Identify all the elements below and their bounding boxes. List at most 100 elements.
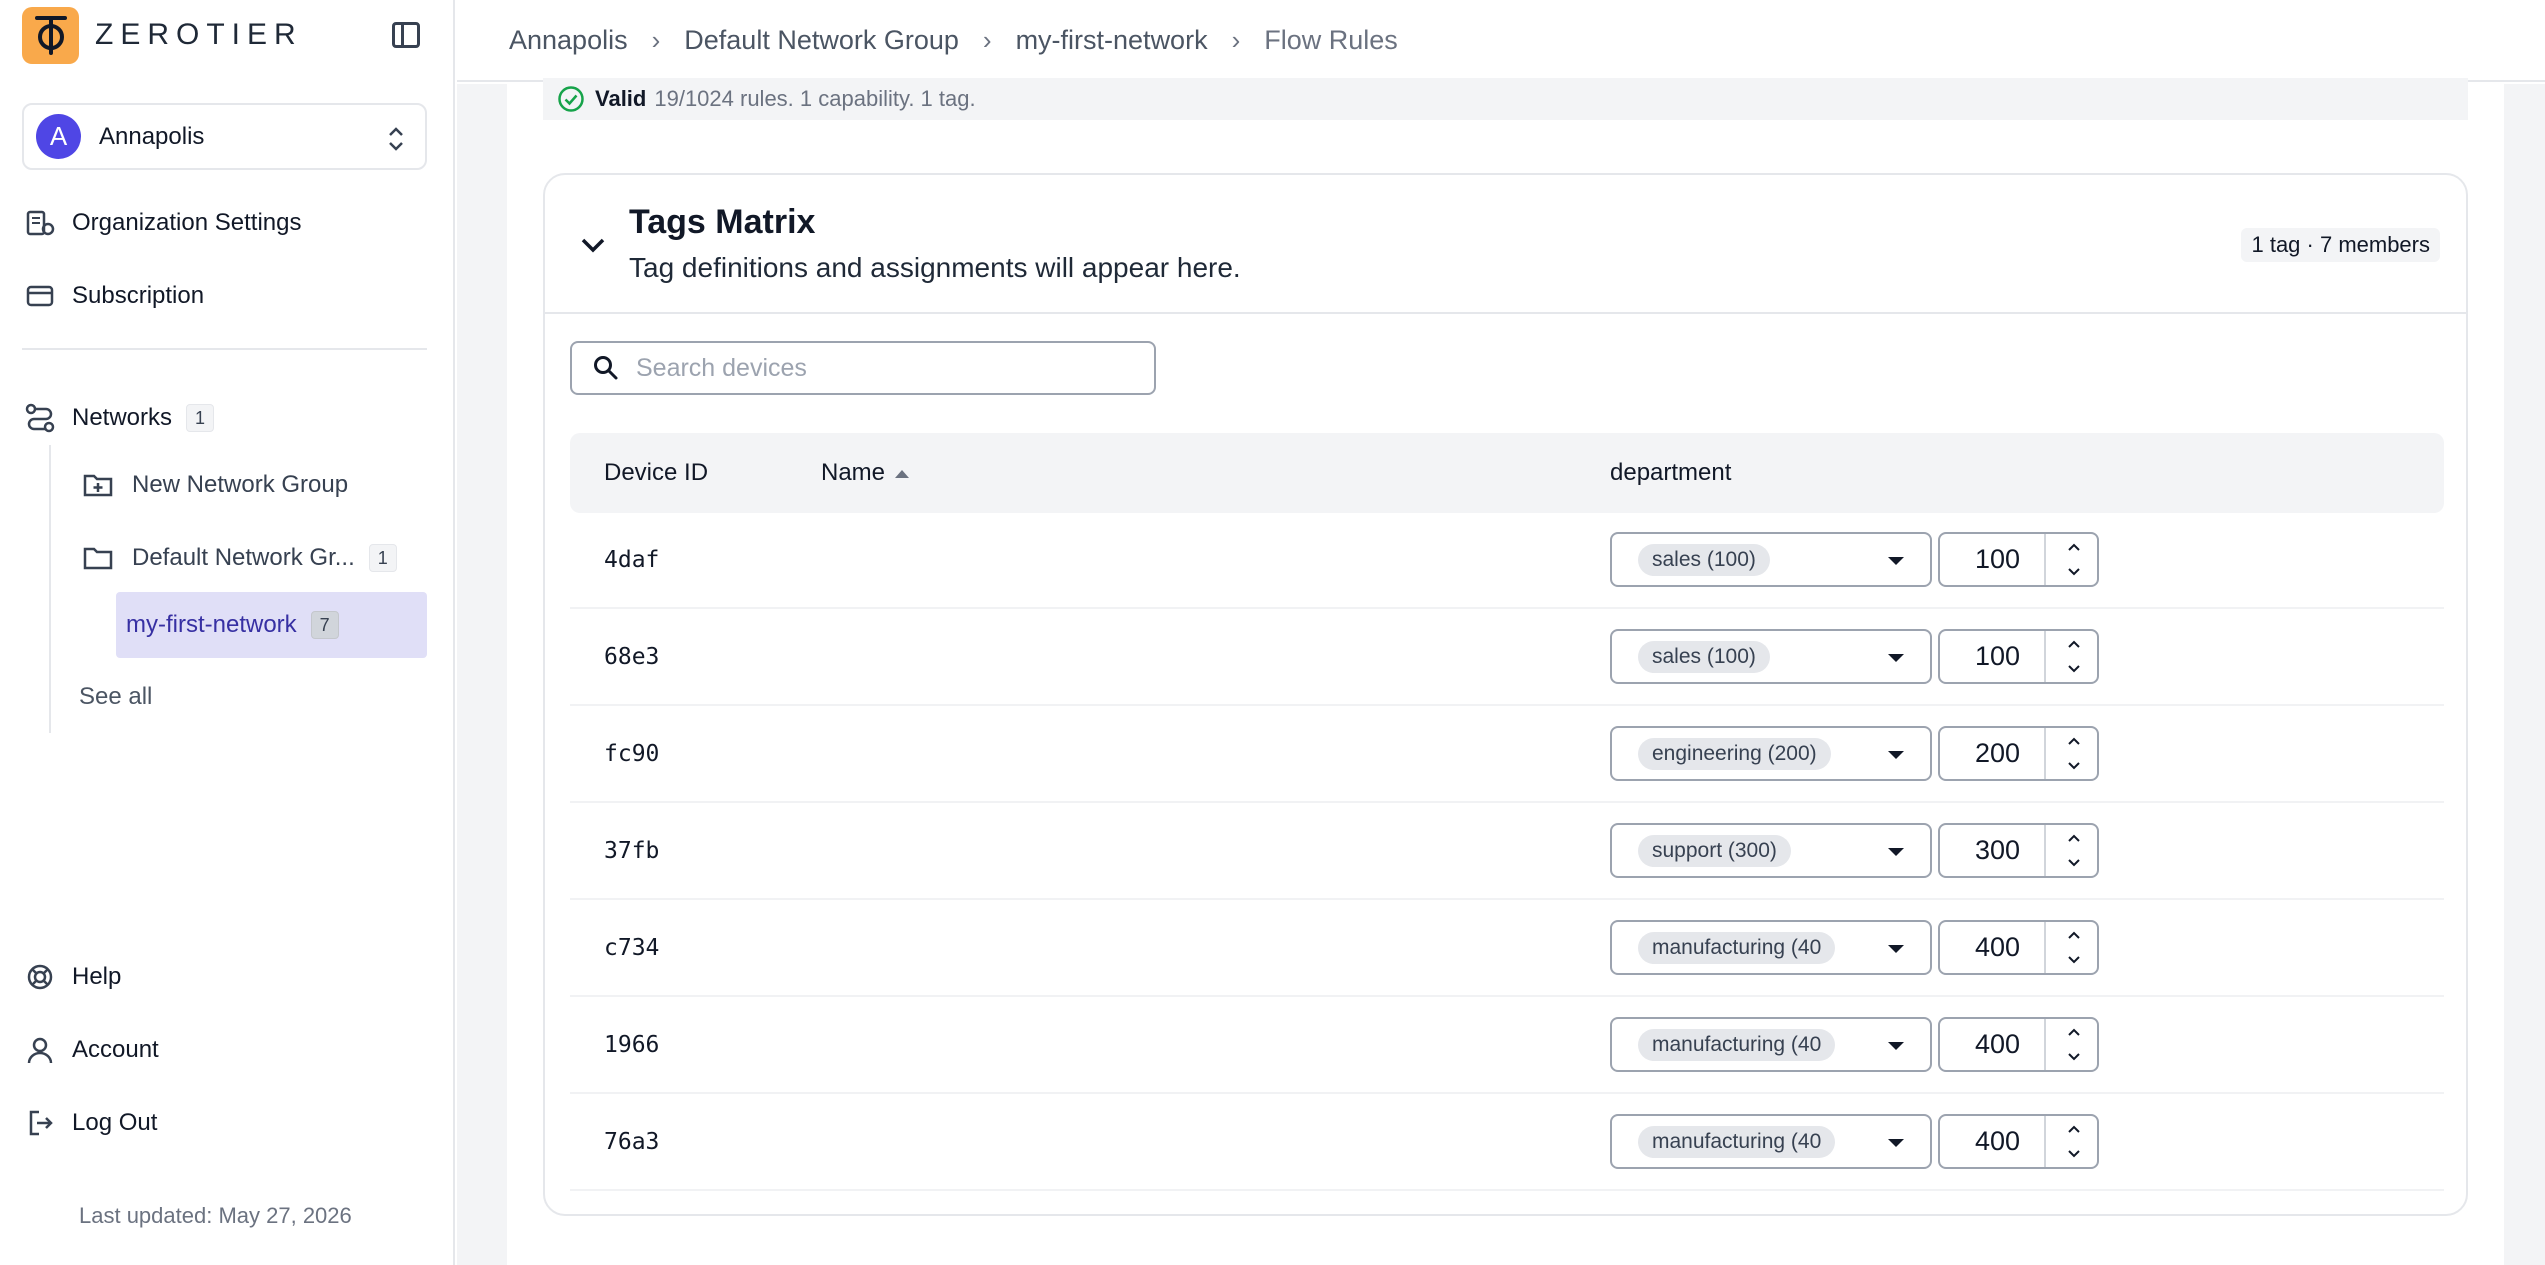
tree-line <box>49 445 51 733</box>
tag-option-chip: manufacturing (40 <box>1638 1126 1836 1158</box>
sidebar-item-networks[interactable]: Networks 1 <box>22 394 215 442</box>
org-switcher[interactable]: A Annapolis <box>22 103 427 170</box>
see-all-link[interactable]: See all <box>79 683 152 711</box>
group-count-badge: 1 <box>368 544 397 572</box>
tags-matrix-card: Tags Matrix Tag definitions and assignme… <box>543 173 2468 1216</box>
chevron-down-icon[interactable] <box>2046 850 2101 875</box>
logout-icon <box>22 1105 58 1141</box>
tags-matrix-header[interactable]: Tags Matrix Tag definitions and assignme… <box>545 175 2466 314</box>
sidebar-item-new-network-group[interactable]: New Network Group <box>82 460 348 510</box>
tag-value-select[interactable]: manufacturing (40 <box>1610 920 1932 975</box>
chevron-up-icon[interactable] <box>2046 631 2101 656</box>
user-icon <box>22 1032 58 1068</box>
validation-label: Valid <box>595 86 647 111</box>
table-row: fc90 engineering (200) <box>570 707 2444 803</box>
tags-matrix-title: Tags Matrix <box>629 203 816 241</box>
tag-value-stepper[interactable] <box>1938 1114 2099 1169</box>
table-header: Device ID Name department <box>570 433 2444 513</box>
chevron-up-icon[interactable] <box>2046 1019 2101 1044</box>
chevron-down-icon[interactable] <box>2046 753 2101 778</box>
chevron-up-icon[interactable] <box>2046 1116 2101 1141</box>
tag-value-select[interactable]: support (300) <box>1610 823 1932 878</box>
sidebar-item-label: New Network Group <box>132 471 349 498</box>
chevron-right-icon: › <box>982 24 992 55</box>
caret-down-icon <box>1888 945 1904 953</box>
sidebar-item-organization-settings[interactable]: Organization Settings <box>22 199 301 247</box>
device-id-cell: 4daf <box>604 547 660 573</box>
device-search[interactable] <box>570 341 1156 395</box>
sidebar-item-label: Organization Settings <box>72 209 302 236</box>
sidebar-item-subscription[interactable]: Subscription <box>22 272 204 320</box>
sidebar-item-default-network-group[interactable]: Default Network Gr... 1 <box>82 533 397 583</box>
breadcrumb-item-network[interactable]: my-first-network <box>1016 25 1208 56</box>
credit-card-icon <box>22 278 58 314</box>
tag-option-chip: sales (100) <box>1638 641 1770 673</box>
check-circle-icon <box>557 85 585 113</box>
search-input[interactable] <box>636 353 1136 383</box>
column-header-department: department <box>1610 459 1732 486</box>
sidebar-toggle-icon[interactable] <box>392 22 420 48</box>
sidebar-item-label: Log Out <box>72 1109 158 1136</box>
caret-down-icon <box>1888 1139 1904 1147</box>
folder-icon <box>82 544 114 572</box>
tag-value-stepper[interactable] <box>1938 726 2099 781</box>
sidebar-item-logout[interactable]: Log Out <box>22 1099 157 1147</box>
tag-value-select[interactable]: manufacturing (40 <box>1610 1114 1932 1169</box>
tag-value-stepper[interactable] <box>1938 629 2099 684</box>
column-header-device-id[interactable]: Device ID <box>604 459 708 487</box>
chevron-up-icon[interactable] <box>2046 534 2101 559</box>
sidebar: ZEROTIER A Annapolis Organization Settin… <box>0 0 455 1265</box>
caret-down-icon <box>1888 848 1904 856</box>
stepper-controls <box>2044 534 2099 585</box>
tag-value-input[interactable] <box>1950 1116 2045 1167</box>
brand-logo[interactable]: ZEROTIER <box>22 4 303 66</box>
sidebar-item-account[interactable]: Account <box>22 1026 159 1074</box>
sidebar-item-label: Default Network Gr... <box>132 544 355 571</box>
chevron-down-icon[interactable] <box>2046 1044 2101 1069</box>
tag-value-input[interactable] <box>1950 922 2045 973</box>
table-row: c734 manufacturing (40 <box>570 901 2444 997</box>
chevron-up-icon[interactable] <box>2046 825 2101 850</box>
chevron-down-icon[interactable] <box>575 227 611 263</box>
sort-ascending-icon <box>895 469 910 478</box>
chevron-up-down-icon <box>387 125 405 153</box>
breadcrumb-item-org[interactable]: Annapolis <box>509 25 628 56</box>
tag-value-select[interactable]: sales (100) <box>1610 629 1932 684</box>
column-header-name[interactable]: Name <box>821 459 910 487</box>
table-row: 1966 manufacturing (40 <box>570 998 2444 1094</box>
tag-value-input[interactable] <box>1950 728 2045 779</box>
caret-down-icon <box>1888 557 1904 565</box>
tag-value-select[interactable]: engineering (200) <box>1610 726 1932 781</box>
tag-value-select[interactable]: manufacturing (40 <box>1610 1017 1932 1072</box>
building-settings-icon <box>22 205 58 241</box>
tag-value-input[interactable] <box>1950 631 2045 682</box>
sidebar-item-help[interactable]: Help <box>22 953 121 1001</box>
tag-value-input[interactable] <box>1950 825 2045 876</box>
chevron-down-icon[interactable] <box>2046 1141 2101 1166</box>
breadcrumb-item-current: Flow Rules <box>1264 24 1398 55</box>
breadcrumb-item-group[interactable]: Default Network Group <box>684 25 959 56</box>
tag-value-stepper[interactable] <box>1938 1017 2099 1072</box>
chevron-down-icon[interactable] <box>2046 656 2101 681</box>
chevron-up-icon[interactable] <box>2046 922 2101 947</box>
search-icon <box>592 354 620 382</box>
tag-option-chip: support (300) <box>1638 835 1791 867</box>
route-icon <box>22 400 58 436</box>
tag-value-input[interactable] <box>1950 1019 2045 1070</box>
tag-value-stepper[interactable] <box>1938 920 2099 975</box>
chevron-up-icon[interactable] <box>2046 728 2101 753</box>
device-id-cell: 76a3 <box>604 1129 660 1155</box>
chevron-down-icon[interactable] <box>2046 559 2101 584</box>
stepper-controls <box>2044 1116 2099 1167</box>
chevron-down-icon[interactable] <box>2046 947 2101 972</box>
zerotier-logo-icon <box>22 6 79 64</box>
table-row: 68e3 sales (100) <box>570 610 2444 706</box>
tag-value-stepper[interactable] <box>1938 532 2099 587</box>
tag-option-chip: manufacturing (40 <box>1638 1029 1836 1061</box>
stepper-controls <box>2044 922 2099 973</box>
sidebar-item-my-first-network[interactable]: my-first-network 7 <box>116 592 427 658</box>
tag-value-select[interactable]: sales (100) <box>1610 532 1932 587</box>
tag-value-input[interactable] <box>1950 534 2045 585</box>
table-row: 37fb support (300) <box>570 804 2444 900</box>
tag-value-stepper[interactable] <box>1938 823 2099 878</box>
